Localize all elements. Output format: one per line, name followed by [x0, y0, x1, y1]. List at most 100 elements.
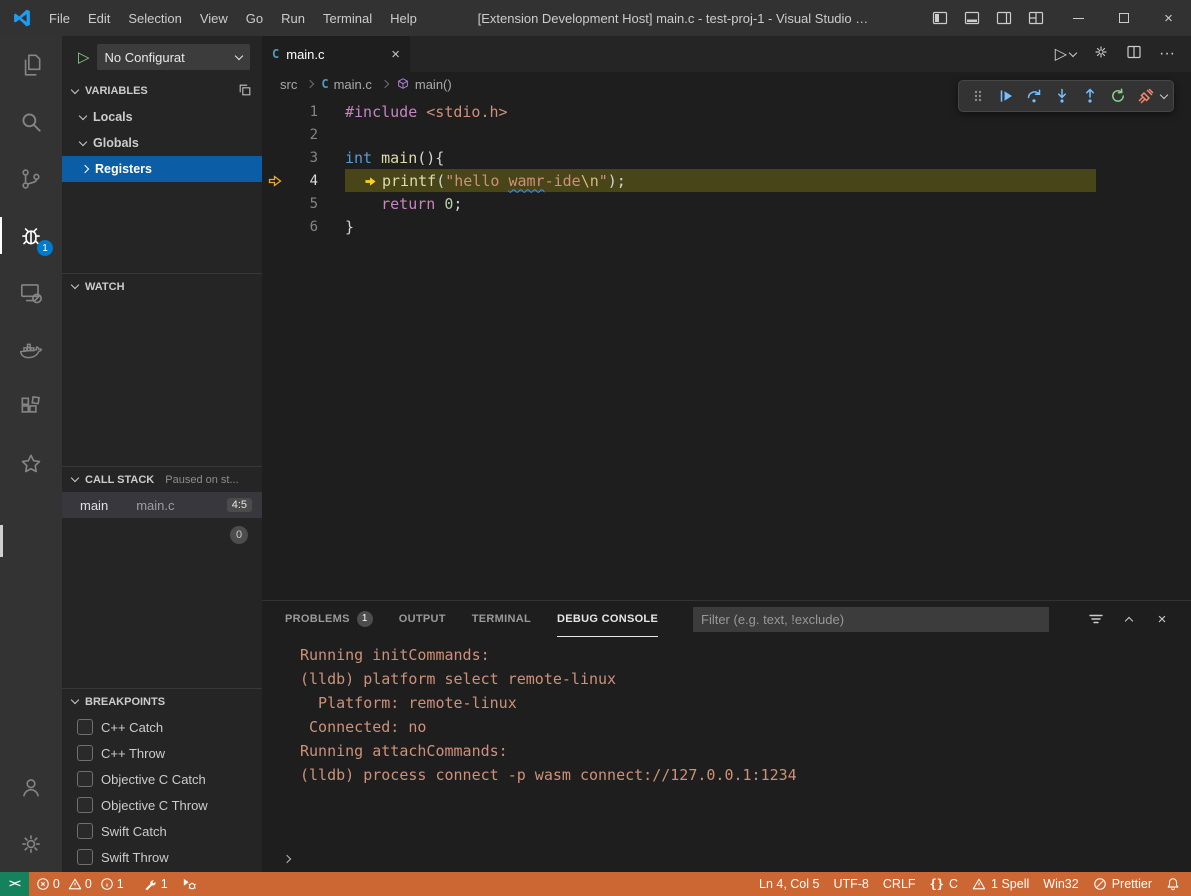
checkbox[interactable] — [77, 823, 93, 839]
split-editor-button[interactable] — [1126, 44, 1142, 65]
tab-problems[interactable]: PROBLEMS 1 — [285, 601, 373, 637]
activitybar-item-source-control[interactable] — [0, 150, 62, 207]
activitybar-item-star[interactable] — [0, 435, 62, 492]
code-editor[interactable]: 1 #include <stdio.h> 2 3 int main(){ — [262, 96, 1191, 600]
activitybar-item-run-debug[interactable]: 1 — [0, 207, 62, 264]
menu-view[interactable]: View — [191, 0, 237, 36]
sidebar-run-debug: ▷ No Configurat VARIABLES Locals Globals… — [62, 36, 262, 872]
menu-go[interactable]: Go — [237, 0, 272, 36]
toolchain-status[interactable]: 1 — [136, 872, 175, 896]
toggle-sidebar-icon[interactable] — [926, 4, 954, 32]
spell-checker-status[interactable]: 1 Spell — [965, 872, 1036, 896]
code-line-4-current[interactable]: 4 printf("hello wamr-ide\n"); — [262, 169, 1191, 192]
toolbar-drag-handle[interactable] — [965, 84, 990, 108]
activitybar-item-explorer[interactable] — [0, 36, 62, 93]
code-line-2[interactable]: 2 — [262, 123, 1191, 146]
code-line-5[interactable]: 5 return 0; — [262, 192, 1191, 215]
section-header-call-stack[interactable]: CALL STACK Paused on st... — [62, 466, 262, 492]
breadcrumb-file[interactable]: C main.c — [321, 77, 372, 92]
section-header-variables[interactable]: VARIABLES — [62, 78, 262, 104]
checkbox[interactable] — [77, 719, 93, 735]
activitybar-item-accounts[interactable] — [0, 758, 62, 815]
console-line: Running attachCommands: — [300, 739, 1191, 763]
activitybar-item-docker[interactable] — [0, 321, 62, 378]
continue-button[interactable] — [993, 84, 1018, 108]
tab-main-c[interactable]: C main.c × — [262, 36, 410, 72]
tab-terminal[interactable]: TERMINAL — [472, 601, 531, 637]
step-out-button[interactable] — [1077, 84, 1102, 108]
menu-selection[interactable]: Selection — [119, 0, 190, 36]
left-edge-marker — [0, 525, 3, 557]
os-target[interactable]: Win32 — [1036, 872, 1085, 896]
run-file-button[interactable]: ▷ — [1055, 44, 1076, 64]
callstack-frame-main[interactable]: main main.c 4:5 — [62, 492, 262, 518]
remote-indicator[interactable]: >< — [0, 872, 29, 896]
checkbox[interactable] — [77, 745, 93, 761]
editor-settings-button[interactable] — [1093, 44, 1109, 65]
start-debug-icon[interactable]: ▷ — [78, 48, 90, 66]
minimize-button[interactable] — [1056, 0, 1101, 36]
close-button[interactable]: × — [1146, 0, 1191, 36]
eol-indicator[interactable]: CRLF — [876, 872, 923, 896]
notifications-button[interactable] — [1159, 872, 1187, 896]
debug-config-dropdown[interactable]: No Configurat — [97, 44, 250, 70]
debug-console-filter-input[interactable] — [693, 607, 1049, 632]
menu-file[interactable]: File — [40, 0, 79, 36]
close-panel-button[interactable]: × — [1153, 610, 1171, 628]
toggle-secondary-sidebar-icon[interactable] — [990, 4, 1018, 32]
tab-close-icon[interactable]: × — [391, 46, 400, 63]
variables-scope-registers[interactable]: Registers — [62, 156, 262, 182]
more-actions-button[interactable]: ··· — [1159, 45, 1175, 63]
cursor-position[interactable]: Ln 4, Col 5 — [752, 872, 826, 896]
variables-scope-globals[interactable]: Globals — [62, 130, 262, 156]
menu-run[interactable]: Run — [272, 0, 314, 36]
activitybar-item-settings[interactable] — [0, 815, 62, 872]
disconnect-button[interactable] — [1133, 84, 1158, 108]
activitybar-item-extensions[interactable] — [0, 378, 62, 435]
step-over-button[interactable] — [1021, 84, 1046, 108]
chevron-up-icon — [1125, 616, 1133, 624]
toggle-panel-icon[interactable] — [958, 4, 986, 32]
checkbox[interactable] — [77, 849, 93, 865]
chevron-down-icon — [79, 111, 87, 119]
line-number: 1 — [288, 104, 318, 120]
activitybar-item-search[interactable] — [0, 93, 62, 150]
current-frame-gutter-arrow[interactable] — [262, 175, 288, 187]
scope-label: Registers — [95, 162, 152, 176]
step-into-button[interactable] — [1049, 84, 1074, 108]
prettier-status[interactable]: Prettier — [1086, 872, 1159, 896]
problems-status[interactable]: 0 0 1 — [29, 872, 136, 896]
breakpoint-label: C++ Throw — [101, 746, 165, 761]
encoding-indicator[interactable]: UTF-8 — [826, 872, 875, 896]
maximize-panel-button[interactable] — [1120, 610, 1138, 628]
code-line-3[interactable]: 3 int main(){ — [262, 146, 1191, 169]
customize-layout-icon[interactable] — [1022, 4, 1050, 32]
c-file-icon: C — [321, 77, 328, 91]
language-mode[interactable]: {} C — [923, 872, 965, 896]
menu-terminal[interactable]: Terminal — [314, 0, 381, 36]
checkbox[interactable] — [77, 771, 93, 787]
menu-edit[interactable]: Edit — [79, 0, 119, 36]
restart-button[interactable] — [1105, 84, 1130, 108]
breadcrumb-src[interactable]: src — [280, 77, 297, 92]
code-line-6[interactable]: 6 } — [262, 215, 1191, 238]
breadcrumb-symbol[interactable]: main() — [396, 77, 452, 92]
section-header-watch[interactable]: WATCH — [62, 273, 262, 299]
variables-scope-locals[interactable]: Locals — [62, 104, 262, 130]
copy-value-icon[interactable] — [238, 83, 252, 100]
menu-help[interactable]: Help — [381, 0, 426, 36]
activitybar-item-remote-explorer[interactable] — [0, 264, 62, 321]
scope-label: Locals — [93, 110, 133, 124]
chevron-down-icon[interactable] — [1160, 90, 1168, 98]
panel-actions: × — [1075, 610, 1179, 628]
maximize-button[interactable] — [1101, 0, 1146, 36]
filter-options-button[interactable] — [1087, 610, 1105, 628]
debug-console-output[interactable]: Running initCommands: (lldb) platform se… — [262, 637, 1191, 846]
section-header-breakpoints[interactable]: BREAKPOINTS — [62, 688, 262, 714]
tab-debug-console[interactable]: DEBUG CONSOLE — [557, 601, 658, 637]
debug-console-input[interactable] — [262, 846, 1191, 872]
scope-label: Globals — [93, 136, 139, 150]
checkbox[interactable] — [77, 797, 93, 813]
tab-output[interactable]: OUTPUT — [399, 601, 446, 637]
debug-status[interactable] — [175, 872, 204, 896]
